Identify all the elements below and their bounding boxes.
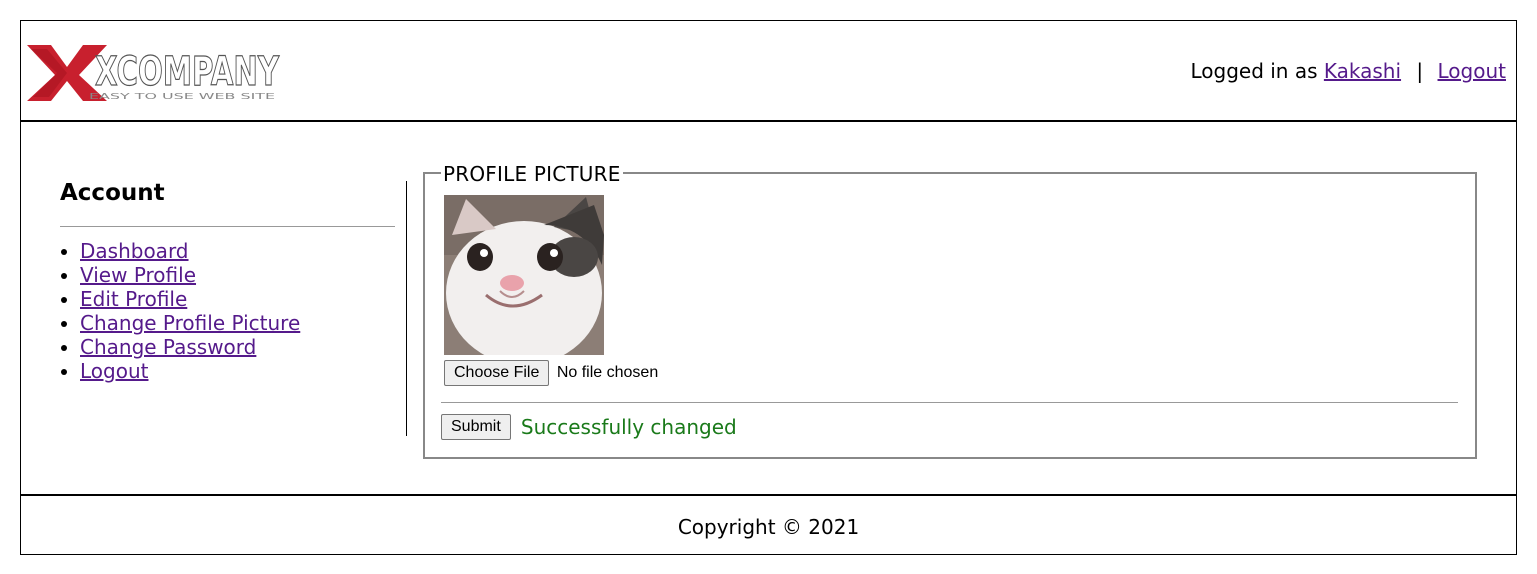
change-password-link[interactable]: Change Password (80, 335, 256, 359)
vertical-divider (406, 181, 407, 436)
sidebar-item-edit-profile: Edit Profile (80, 287, 395, 311)
sidebar-item-logout: Logout (80, 359, 395, 383)
logo-tagline: EASY TO USE WEB SITE (89, 92, 275, 101)
fieldset-divider (441, 402, 1458, 403)
logged-in-label: Logged in as (1190, 59, 1318, 83)
user-bar: Logged in as Kakashi | Logout (1190, 59, 1506, 83)
view-profile-link[interactable]: View Profile (80, 263, 196, 287)
submit-button[interactable]: Submit (441, 414, 511, 440)
sidebar-divider (60, 226, 395, 227)
sidebar-title: Account (60, 180, 165, 206)
sidebar-item-view-profile: View Profile (80, 263, 395, 287)
profile-picture-image (444, 195, 604, 355)
sidebar-item-change-profile-picture: Change Profile Picture (80, 311, 395, 335)
edit-profile-link[interactable]: Edit Profile (80, 287, 187, 311)
header-logout-link[interactable]: Logout (1438, 59, 1506, 83)
fieldset-legend: PROFILE PICTURE (441, 162, 623, 186)
page-frame: XCOMPANY EASY TO USE WEB SITE Logged in … (20, 20, 1517, 555)
file-status-text: No file chosen (556, 364, 659, 381)
profile-picture-fieldset: PROFILE PICTURE Choose File No file chos… (423, 162, 1477, 459)
main-content: Account Dashboard View Profile Edit Prof… (21, 122, 1516, 494)
file-input-row: Choose File No file chosen (444, 360, 658, 386)
submit-row: Submit Successfully changed (441, 414, 737, 440)
company-logo: XCOMPANY EASY TO USE WEB SITE (27, 45, 280, 101)
change-profile-picture-link[interactable]: Change Profile Picture (80, 311, 300, 335)
copyright-text: Copyright © 2021 (677, 515, 860, 539)
success-message: Successfully changed (520, 415, 737, 439)
dashboard-link[interactable]: Dashboard (80, 239, 189, 263)
choose-file-button[interactable]: Choose File (444, 360, 550, 386)
user-bar-separator: | (1416, 59, 1424, 83)
sidebar-logout-link[interactable]: Logout (80, 359, 148, 383)
username-link[interactable]: Kakashi (1324, 59, 1401, 83)
account-sidebar: Account Dashboard View Profile Edit Prof… (60, 180, 395, 383)
header: XCOMPANY EASY TO USE WEB SITE Logged in … (21, 21, 1516, 122)
sidebar-item-change-password: Change Password (80, 335, 395, 359)
sidebar-menu: Dashboard View Profile Edit Profile Chan… (60, 239, 395, 383)
logo-text: XCOMPANY (95, 49, 280, 95)
footer: Copyright © 2021 (21, 494, 1516, 556)
sidebar-item-dashboard: Dashboard (80, 239, 395, 263)
